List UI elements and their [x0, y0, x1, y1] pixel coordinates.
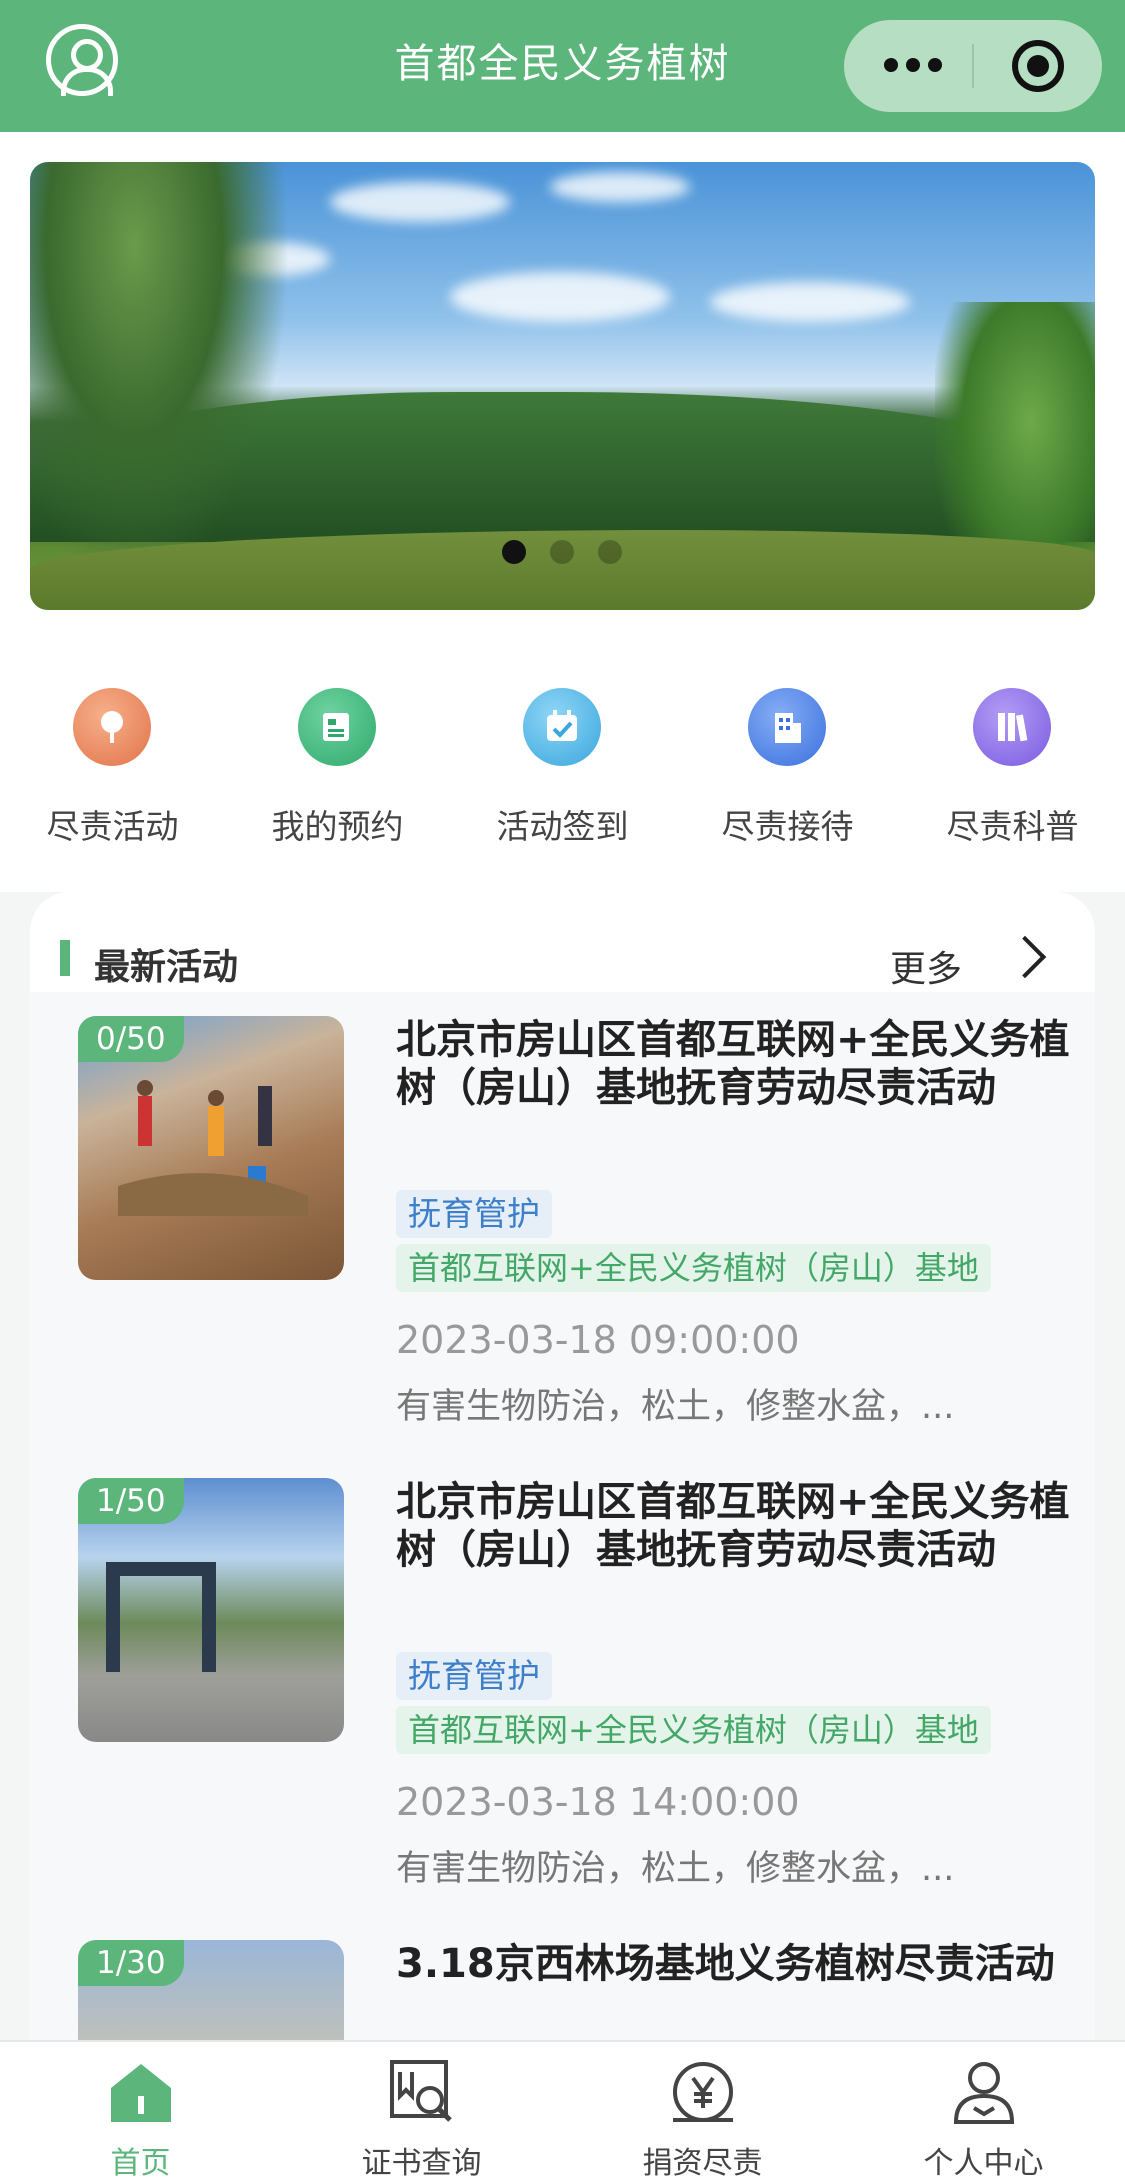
- menu-label: 尽责接待: [721, 807, 854, 846]
- tab-label: 证书查询: [361, 2146, 482, 2181]
- base-tag: 首都互联网+全民义务植树（房山）基地: [396, 1706, 991, 1754]
- news-icon: [298, 688, 376, 766]
- tab-label: 个人中心: [923, 2146, 1044, 2181]
- participant-count-badge: 0/50: [78, 1016, 184, 1062]
- tab-label: 捐资尽责: [642, 2146, 763, 2181]
- section-header: 最新活动 更多: [30, 892, 1095, 992]
- activity-item[interactable]: 1/30 3.18京西林场基地义务植树尽责活动: [78, 1940, 1068, 2042]
- activity-item[interactable]: 0/50 北京市房山区首都互联网+全民义务植树（房山）基地抚育劳动尽责活动 抚育…: [78, 1016, 1070, 1456]
- section-title: 最新活动: [94, 947, 239, 988]
- carousel-dot-2[interactable]: [550, 540, 574, 564]
- home-icon: [111, 2064, 171, 2122]
- category-tag: 抚育管护: [396, 1652, 552, 1700]
- activity-description: 有害生物防治，松土，修整水盆，...: [396, 1387, 955, 1427]
- bottom-tab-bar: 首页 证书查询 捐资尽责 个人中心: [0, 2040, 1125, 2184]
- building-icon: [748, 688, 826, 766]
- menu-label: 活动签到: [496, 807, 629, 846]
- activity-thumbnail: 1/50: [78, 1478, 344, 1742]
- activity-time: 2023-03-18 14:00:00: [396, 1780, 800, 1824]
- capsule-divider: [972, 44, 974, 88]
- menu-label: 尽责活动: [46, 807, 179, 846]
- activity-title: 3.18京西林场基地义务植树尽责活动: [396, 1941, 1055, 1987]
- menu-item-check-in[interactable]: 活动签到: [450, 688, 675, 858]
- latest-activities-section: 最新活动 更多 0/50 北京市房山区首都互联网+全民义务植树（房山）基地抚育劳…: [30, 892, 1095, 2042]
- tab-personal-center[interactable]: 个人中心: [843, 2042, 1124, 2184]
- activity-title: 北京市房山区首都互联网+全民义务植树（房山）基地抚育劳动尽责活动: [396, 1017, 1070, 1111]
- activity-description: 有害生物防治，松土，修整水盆，...: [396, 1849, 955, 1889]
- tab-label: 首页: [110, 2146, 171, 2181]
- chevron-right-icon[interactable]: [1003, 935, 1047, 979]
- more-link[interactable]: 更多: [890, 940, 962, 992]
- user-icon: [953, 2062, 1015, 2124]
- participant-count-badge: 1/30: [78, 1940, 184, 1986]
- category-tag: 抚育管护: [396, 1190, 552, 1238]
- carousel-dot-3[interactable]: [598, 540, 622, 564]
- mini-program-capsule: [844, 20, 1102, 112]
- menu-item-my-reservations[interactable]: 我的预约: [225, 688, 450, 858]
- menu-label: 我的预约: [271, 807, 404, 846]
- activity-thumbnail: 0/50: [78, 1016, 344, 1280]
- activity-item[interactable]: 1/50 北京市房山区首都互联网+全民义务植树（房山）基地抚育劳动尽责活动 抚育…: [78, 1478, 1070, 1918]
- quick-menu: 尽责活动 我的预约 活动签到 尽责接待 尽责科普: [0, 642, 1125, 892]
- menu-item-activities[interactable]: 尽责活动: [0, 688, 225, 858]
- tree-icon: [73, 688, 151, 766]
- top-navigation-bar: 首都全民义务植树: [0, 0, 1125, 132]
- carousel-dot-1[interactable]: [502, 540, 526, 564]
- tab-certificate-search[interactable]: 证书查询: [281, 2042, 562, 2184]
- tab-donation[interactable]: 捐资尽责: [562, 2042, 843, 2184]
- certificate-search-icon: [390, 2060, 452, 2122]
- activity-thumbnail: 1/30: [78, 1940, 344, 2042]
- carousel-indicator: [0, 540, 1125, 570]
- books-icon: [973, 688, 1051, 766]
- menu-item-science[interactable]: 尽责科普: [900, 688, 1125, 858]
- banner-carousel: [0, 132, 1125, 642]
- activity-photo-figures: [118, 1080, 308, 1216]
- participant-count-badge: 1/50: [78, 1478, 184, 1524]
- more-menu-icon[interactable]: [884, 50, 974, 80]
- tab-home[interactable]: 首页: [0, 2042, 281, 2184]
- activity-time: 2023-03-18 09:00:00: [396, 1318, 800, 1362]
- menu-label: 尽责科普: [946, 807, 1079, 846]
- menu-item-reception[interactable]: 尽责接待: [675, 688, 900, 858]
- calendar-check-icon: [523, 688, 601, 766]
- gate-image: [106, 1562, 216, 1672]
- close-mini-program-icon[interactable]: [1012, 40, 1064, 92]
- base-tag: 首都互联网+全民义务植树（房山）基地: [396, 1244, 991, 1292]
- section-accent-bar: [60, 940, 70, 976]
- yuan-icon: [673, 2062, 733, 2122]
- activity-title: 北京市房山区首都互联网+全民义务植树（房山）基地抚育劳动尽责活动: [396, 1479, 1070, 1573]
